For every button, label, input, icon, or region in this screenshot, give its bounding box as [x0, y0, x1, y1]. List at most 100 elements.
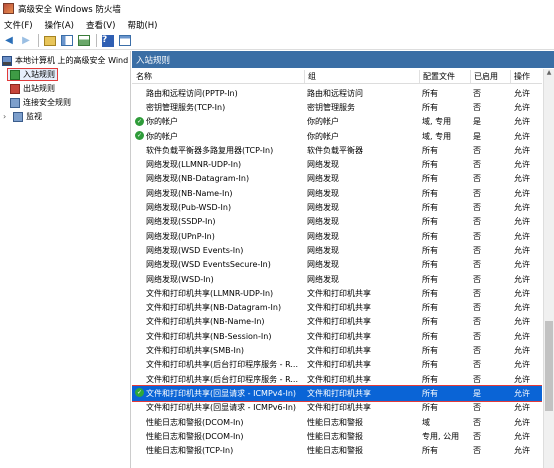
- tree-item-label: 监视: [26, 112, 42, 121]
- table-row[interactable]: ✓ 你的帐户 你的帐户 域, 专用是允许: [132, 129, 542, 143]
- column-header-group[interactable]: 组: [308, 71, 316, 82]
- rule-action: 允许: [514, 245, 530, 255]
- rule-action: 允许: [514, 446, 530, 456]
- rule-action: 允许: [514, 360, 530, 370]
- back-arrow-icon[interactable]: ◀: [2, 34, 16, 48]
- tree-item-outbound-rules[interactable]: 出站规则: [10, 82, 55, 95]
- table-row-selected[interactable]: ✓ 文件和打印机共享(回显请求 - ICMPv4-In) 文件和打印机共享 所有 是 允许: [132, 385, 542, 402]
- scrollbar-thumb[interactable]: [545, 321, 553, 411]
- rule-group: 网络发现: [307, 160, 339, 170]
- table-row[interactable]: 网络发现(Pub-WSD-In) 网络发现 所有 否 允许: [132, 200, 542, 214]
- rule-group: 性能日志和警报: [307, 431, 363, 441]
- table-row[interactable]: 路由和远程访问(PPTP-In) 路由和远程访问 所有 否 允许: [132, 86, 542, 100]
- rule-action: 允许: [514, 274, 530, 284]
- rule-profile: 所有: [422, 403, 438, 413]
- rule-group: 网络发现: [307, 203, 339, 213]
- table-row[interactable]: 性能日志和警报(DCOM-In) 性能日志和警报 专用, 公用 否 允许: [132, 429, 542, 443]
- table-row[interactable]: 文件和打印机共享(SMB-In) 文件和打印机共享 所有 否 允许: [132, 343, 542, 357]
- rule-enabled: 否: [473, 274, 481, 284]
- forward-arrow-icon[interactable]: ▶: [19, 34, 33, 48]
- menu-view[interactable]: 查看(V): [86, 19, 115, 31]
- table-row[interactable]: 文件和打印机共享(后台打印程序服务 - R... 文件和打印机共享 所有 否 允许: [132, 372, 542, 386]
- table-row[interactable]: 文件和打印机共享(NB-Name-In) 文件和打印机共享 所有 否 允许: [132, 315, 542, 329]
- rule-profile: 域: [422, 417, 430, 427]
- rule-name: 文件和打印机共享(后台打印程序服务 - R...: [146, 360, 298, 370]
- rule-name: 文件和打印机共享(回显请求 - ICMPv4-In): [146, 388, 297, 398]
- column-divider[interactable]: [510, 70, 511, 83]
- rule-enabled: 否: [473, 331, 481, 341]
- table-row[interactable]: 文件和打印机共享(回显请求 - ICMPv6-In) 文件和打印机共享 所有 否 允许: [132, 401, 542, 415]
- show-tree-icon[interactable]: [60, 34, 74, 48]
- vertical-scrollbar[interactable]: ▲: [543, 69, 554, 468]
- tree-root[interactable]: 本地计算机 上的高级安全 Wind: [2, 54, 128, 67]
- table-row[interactable]: 密钥管理服务(TCP-In) 密钥管理服务 所有 否 允许: [132, 100, 542, 114]
- column-divider[interactable]: [304, 70, 305, 83]
- rule-action: 允许: [514, 417, 530, 427]
- tree-item-connection-security[interactable]: 连接安全规则: [10, 96, 71, 109]
- rule-group: 网络发现: [307, 260, 339, 270]
- rule-name: 软件负载平衡器多路复用器(TCP-In): [146, 145, 274, 155]
- table-row[interactable]: 网络发现(NB-Datagram-In) 网络发现 所有 否 允许: [132, 172, 542, 186]
- rule-group: 性能日志和警报: [307, 417, 363, 427]
- rule-name: 文件和打印机共享(NB-Name-In): [146, 317, 265, 327]
- rule-profile: 所有: [422, 288, 438, 298]
- properties-icon[interactable]: [77, 34, 91, 48]
- menu-help[interactable]: 帮助(H): [127, 19, 157, 31]
- folder-up-icon[interactable]: [43, 34, 57, 48]
- column-header-action[interactable]: 操作: [514, 71, 530, 82]
- table-row[interactable]: 文件和打印机共享(LLMNR-UDP-In) 文件和打印机共享 所有 否 允许: [132, 286, 542, 300]
- rule-group: 网络发现: [307, 245, 339, 255]
- rule-group: 文件和打印机共享: [307, 360, 371, 370]
- rule-enabled: 否: [473, 317, 481, 327]
- table-row[interactable]: 文件和打印机共享(NB-Datagram-In) 文件和打印机共享 所有 否 允许: [132, 301, 542, 315]
- rule-group: 网络发现: [307, 231, 339, 241]
- rule-action: 允许: [514, 145, 530, 155]
- rule-enabled: 否: [473, 145, 481, 155]
- table-row[interactable]: 网络发现(NB-Name-In) 网络发现 所有 否 允许: [132, 186, 542, 200]
- expand-chevron-icon[interactable]: ›: [3, 112, 11, 121]
- rule-profile: 所有: [422, 203, 438, 213]
- action-pane-icon[interactable]: [118, 34, 132, 48]
- rule-profile: 所有: [422, 188, 438, 198]
- table-row[interactable]: 网络发现(WSD-In) 网络发现 所有 否 允许: [132, 272, 542, 286]
- computer-icon: [2, 55, 12, 66]
- table-row[interactable]: ✓ 你的帐户 你的帐户 域, 专用是允许: [132, 115, 542, 129]
- rule-profile: 所有: [422, 174, 438, 184]
- tree-item-inbound-rules[interactable]: 入站规则: [7, 68, 58, 81]
- column-divider[interactable]: [419, 70, 420, 83]
- menu-bar: 文件(F) 操作(A) 查看(V) 帮助(H): [0, 17, 554, 32]
- table-row[interactable]: 网络发现(LLMNR-UDP-In) 网络发现 所有 否 允许: [132, 158, 542, 172]
- rule-name: 文件和打印机共享(后台打印程序服务 - R...: [146, 374, 298, 384]
- rule-action: 允许: [514, 403, 530, 413]
- table-row[interactable]: 软件负载平衡器多路复用器(TCP-In) 软件负载平衡器 所有 否 允许: [132, 143, 542, 157]
- rule-action: 允许: [514, 203, 530, 213]
- table-row[interactable]: 网络发现(UPnP-In) 网络发现 所有 否 允许: [132, 229, 542, 243]
- column-header-profile[interactable]: 配置文件: [423, 71, 455, 82]
- rule-group: 文件和打印机共享: [307, 403, 371, 413]
- rule-group: 软件负载平衡器: [307, 145, 363, 155]
- rule-profile: 所有: [422, 245, 438, 255]
- rule-profile: 所有: [422, 102, 438, 112]
- rule-action: 允许: [514, 102, 530, 112]
- menu-action[interactable]: 操作(A): [45, 19, 74, 31]
- rule-action: 允许: [514, 160, 530, 170]
- table-row[interactable]: 文件和打印机共享(后台打印程序服务 - R... 文件和打印机共享 所有 否 允许: [132, 358, 542, 372]
- tree-item-monitoring[interactable]: › 监视: [3, 110, 42, 123]
- pane-title: 入站规则: [132, 51, 554, 68]
- column-header-enabled[interactable]: 已启用: [474, 71, 498, 82]
- table-row[interactable]: 网络发现(SSDP-In) 网络发现 所有 否 允许: [132, 215, 542, 229]
- column-header-name[interactable]: 名称: [136, 71, 152, 82]
- table-row[interactable]: 网络发现(WSD EventsSecure-In) 网络发现 所有 否 允许: [132, 258, 542, 272]
- rule-group: 文件和打印机共享: [307, 374, 371, 384]
- rule-enabled: 否: [473, 260, 481, 270]
- rule-profile: 所有: [422, 145, 438, 155]
- table-row[interactable]: 网络发现(WSD Events-In) 网络发现 所有 否 允许: [132, 243, 542, 257]
- table-row[interactable]: 文件和打印机共享(NB-Session-In) 文件和打印机共享 所有 否 允许: [132, 329, 542, 343]
- table-row[interactable]: 性能日志和警报(DCOM-In) 性能日志和警报 域 否 允许: [132, 415, 542, 429]
- scroll-up-icon[interactable]: ▲: [545, 69, 553, 77]
- column-divider[interactable]: [470, 70, 471, 83]
- help-icon[interactable]: ?: [101, 34, 115, 48]
- table-row[interactable]: 性能日志和警报(TCP-In) 性能日志和警报 所有 否 允许: [132, 444, 542, 458]
- menu-file[interactable]: 文件(F): [4, 19, 33, 31]
- rule-enabled: 否: [473, 374, 481, 384]
